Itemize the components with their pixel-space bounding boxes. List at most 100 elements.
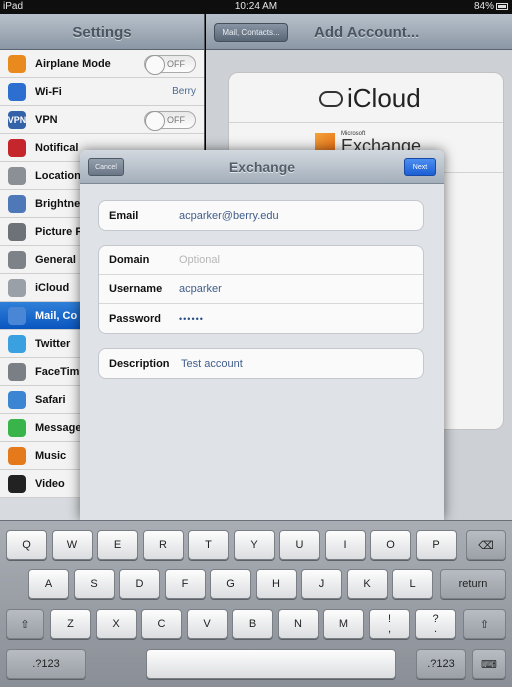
next-button[interactable]: Next [404, 158, 436, 176]
settings-row[interactable]: Wi-Fi Berry [0, 78, 204, 106]
location-icon [8, 166, 26, 185]
key-x[interactable]: X [95, 609, 137, 639]
key-p[interactable]: P [415, 530, 457, 560]
key-o[interactable]: O [370, 530, 411, 560]
settings-row-label: Music [35, 449, 67, 462]
period-glyph: . [433, 623, 438, 635]
key-f[interactable]: F [164, 569, 206, 599]
shift-key-left[interactable]: ⇧ [6, 609, 44, 639]
email-field[interactable]: Email acparker@berry.edu [99, 201, 423, 230]
status-bar: iPad 10:24 AM 84% [0, 0, 512, 14]
password-field[interactable]: Password •••••• [99, 304, 423, 333]
key-a[interactable]: A [28, 569, 69, 599]
email-value: acparker@berry.edu [179, 209, 279, 222]
settings-navbar: Settings [0, 14, 204, 50]
icloud-label: iCloud [347, 83, 421, 113]
message-icon [8, 418, 26, 437]
settings-row-label: Video [35, 477, 65, 490]
settings-row-label: Message [35, 421, 82, 434]
keyboard-hide-key[interactable]: ⌨ [472, 649, 506, 679]
key-k[interactable]: K [346, 569, 388, 599]
key-v[interactable]: V [186, 609, 228, 639]
battery-icon [496, 2, 508, 10]
exchange-title: Exchange [228, 159, 296, 175]
email-label: Email [109, 209, 139, 222]
settings-row[interactable]: Airplane Mode OFF [0, 50, 204, 78]
key-u[interactable]: U [279, 530, 320, 560]
settings-row-label: Mail, Co [35, 309, 78, 322]
settings-title: Settings [72, 24, 132, 41]
facetime-icon [8, 362, 26, 381]
key-w[interactable]: W [51, 530, 93, 560]
domain-field[interactable]: Domain Optional [99, 246, 423, 275]
key-s[interactable]: S [73, 569, 115, 599]
username-field[interactable]: Username acparker [99, 275, 423, 304]
toggle-switch[interactable]: OFF [144, 55, 196, 75]
battery-percent: 84% [473, 1, 494, 12]
provider-icloud[interactable]: iCloud [229, 73, 503, 123]
settings-row-value: Berry [172, 86, 196, 97]
gear-icon [8, 250, 26, 269]
key-l[interactable]: L [392, 569, 433, 599]
key-e[interactable]: E [97, 530, 138, 560]
key-m[interactable]: M [323, 609, 364, 639]
on-screen-keyboard: Q W E R T Y U I O P ⌫ A S D F G H J K Lreturn ⇧ Z X C V B N M!,?. ⇧.… [0, 520, 512, 687]
credentials-group: Domain Optional Username acparker Passwo… [98, 245, 424, 334]
settings-row-label: iCloud [35, 281, 70, 294]
key-z[interactable]: Z [50, 609, 91, 639]
settings-row-label: VPN [35, 113, 58, 126]
add-account-navbar: Mail, Contacts... Add Account... [206, 14, 512, 50]
key-j[interactable]: J [301, 569, 342, 599]
space-bar[interactable] [146, 649, 396, 679]
password-label: Password [109, 312, 161, 325]
wifi-icon [8, 82, 26, 101]
settings-row-label: Twitter [35, 337, 71, 350]
key-n[interactable]: N [277, 609, 319, 639]
return-key[interactable]: return [440, 569, 506, 599]
exchange-navbar: Cancel Exchange Next [80, 150, 444, 184]
brightness-icon [8, 194, 26, 213]
key-y[interactable]: Y [233, 530, 275, 560]
comma-glyph: , [387, 623, 392, 635]
battery-indicator: 84% [474, 1, 508, 12]
key-d[interactable]: D [119, 569, 160, 599]
settings-row-label: Brightne [35, 197, 81, 210]
shift-key-right[interactable]: ⇧ [463, 609, 506, 639]
picture-frame-icon [8, 222, 26, 241]
settings-row-label: Location [35, 169, 81, 182]
password-value: •••••• [179, 313, 204, 324]
music-icon [8, 446, 26, 465]
key-t[interactable]: T [188, 530, 229, 560]
description-group: Description Test account [98, 348, 424, 379]
key-c[interactable]: C [141, 609, 182, 639]
description-field[interactable]: Description Test account [99, 349, 423, 378]
domain-label: Domain [109, 254, 150, 266]
twitter-icon [8, 334, 26, 353]
numbers-key-left[interactable]: .?123 [6, 649, 86, 679]
email-group: Email acparker@berry.edu [98, 200, 424, 231]
mail-icon [8, 306, 26, 325]
exclamation-comma-key[interactable]: !, [369, 609, 410, 639]
question-period-key[interactable]: ?. [415, 609, 456, 639]
notifications-icon [8, 138, 26, 157]
key-q[interactable]: Q [6, 530, 47, 560]
key-i[interactable]: I [324, 530, 366, 560]
toggle-switch[interactable]: OFF [144, 111, 196, 131]
description-label: Description [109, 357, 170, 370]
key-b[interactable]: B [232, 609, 273, 639]
settings-row[interactable]: VPN VPN OFF [0, 106, 204, 134]
key-g[interactable]: G [210, 569, 251, 599]
vpn-icon: VPN [8, 110, 26, 129]
settings-row-label: General [35, 253, 76, 266]
description-value: Test account [181, 357, 243, 370]
key-h[interactable]: H [255, 569, 297, 599]
cloud-icon [319, 90, 343, 107]
domain-placeholder: Optional [179, 254, 220, 266]
settings-row-label: FaceTim [35, 365, 80, 378]
clock: 10:24 AM [234, 1, 278, 12]
numbers-key-right[interactable]: .?123 [416, 649, 466, 679]
backspace-key[interactable]: ⌫ [466, 530, 506, 560]
username-value: acparker [179, 283, 222, 295]
username-label: Username [109, 283, 163, 295]
key-r[interactable]: R [142, 530, 184, 560]
